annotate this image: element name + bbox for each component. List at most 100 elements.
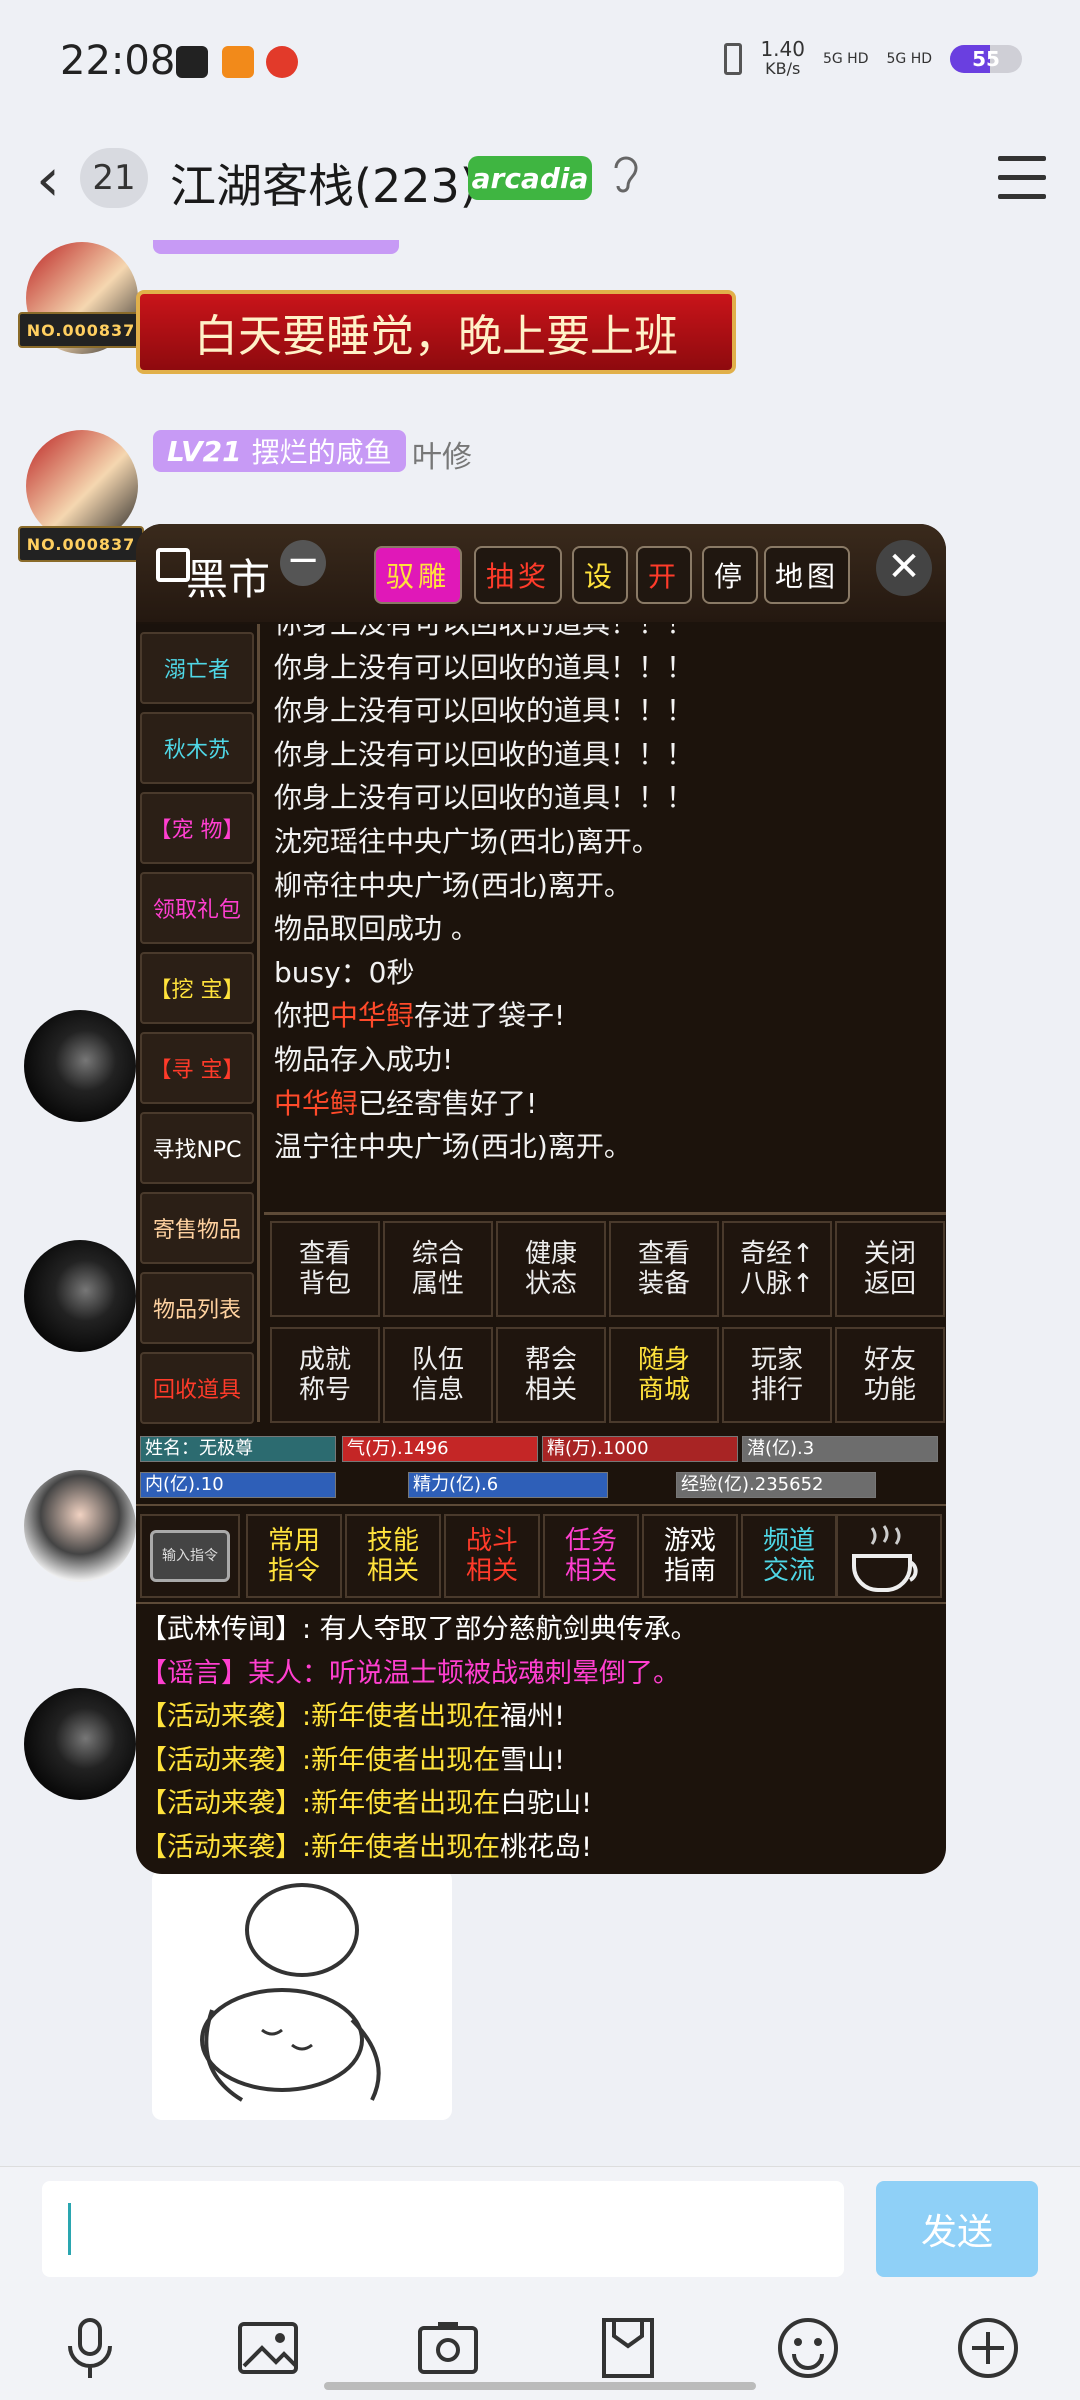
folder-icon[interactable] — [596, 2316, 660, 2380]
arcadia-tag: arcadia — [468, 156, 592, 200]
camera-icon[interactable] — [416, 2316, 480, 2380]
log-line: 物品取回成功 。 — [274, 912, 479, 946]
member-title-tag: LV21 摆烂的咸鱼 — [153, 430, 406, 472]
battery-icon: 55 — [950, 45, 1022, 73]
tea-cup-icon[interactable] — [836, 1514, 942, 1598]
news-feed: 【武林传闻】: 有人夺取了部分慈航剑典传承。 【谣言】某人：听说温士顿被战魂刺晕… — [136, 1608, 946, 1874]
bottom-menu-button[interactable]: 战斗 相关 — [444, 1514, 540, 1598]
title-tag-text: 摆烂的咸鱼 — [251, 436, 392, 469]
avatar[interactable] — [24, 1470, 136, 1582]
message-input[interactable] — [42, 2181, 844, 2277]
function-button[interactable]: 健康 状态 — [496, 1221, 606, 1317]
log-line: 沈宛瑶往中央广场(西北)离开。 — [274, 824, 660, 858]
game-app-icon — [266, 46, 298, 78]
minimize-button[interactable]: − — [280, 540, 326, 586]
function-button[interactable]: 奇经↑ 八脉↑ — [722, 1221, 832, 1317]
news-line: 【武林传闻】: 有人夺取了部分慈航剑典传承。 — [140, 1614, 698, 1645]
news-line: 【谣言】某人：听说温士顿被战魂刺晕倒了。 — [140, 1657, 680, 1689]
side-menu-item[interactable]: 物品列表 — [140, 1272, 254, 1344]
function-button[interactable]: 成就 称号 — [270, 1327, 380, 1423]
log-line: 你身上没有可以回收的道具！！！ — [274, 694, 695, 728]
function-button[interactable]: 查看 背包 — [270, 1221, 380, 1317]
avatar[interactable] — [24, 1010, 136, 1122]
function-button[interactable]: 综合 属性 — [383, 1221, 493, 1317]
sender-name: 叶修 — [412, 440, 472, 475]
game-titlebar: 黑市 − 驭雕 抽奖设开停地图 ✕ — [136, 524, 946, 622]
log-line: 物品存入成功! — [274, 1042, 454, 1076]
send-button[interactable]: 发送 — [876, 2181, 1038, 2277]
text-caret — [68, 2203, 71, 2255]
stat-qian: 潜(亿).3 — [742, 1436, 938, 1462]
top-button[interactable]: 设 — [572, 546, 628, 604]
home-indicator[interactable] — [324, 2382, 756, 2390]
news-line: 【活动来袭】:新年使者出现在白驼山! — [140, 1788, 592, 1820]
taobao-app-icon — [222, 46, 254, 78]
avatar[interactable] — [24, 1688, 136, 1800]
stat-name: 姓名：无极尊 — [140, 1436, 336, 1462]
signal-1: 5G HD — [822, 51, 869, 67]
side-menu-item[interactable]: 寻找NPC — [140, 1112, 254, 1184]
menu-icon[interactable] — [998, 156, 1046, 200]
news-line: 【活动来袭】:新年使者出现在雪山! — [140, 1744, 565, 1776]
stat-exp: 经验(亿).235652 — [676, 1472, 876, 1498]
chat-header: ‹ 21 江湖客栈(223) arcadia — [0, 130, 1080, 240]
sticker-image[interactable] — [152, 1870, 452, 2120]
status-bar: 22:08 1.40 KB/s 5G HD 5G HD 55 — [0, 0, 1080, 130]
back-icon[interactable]: ‹ — [36, 150, 60, 210]
log-line: 你身上没有可以回收的道具！！！ — [274, 624, 934, 646]
function-button[interactable]: 关闭 返回 — [835, 1221, 945, 1317]
side-menu-item[interactable]: 【寻 宝】 — [140, 1032, 254, 1104]
image-icon[interactable] — [236, 2316, 300, 2380]
bottom-menu-button[interactable]: 频道 交流 — [741, 1514, 837, 1598]
side-menu-item[interactable]: 溺亡者 — [140, 632, 254, 704]
item-name[interactable]: 中华鲟 — [330, 999, 414, 1032]
side-menu-item[interactable]: 【挖 宝】 — [140, 952, 254, 1024]
top-button[interactable]: 开 — [636, 546, 692, 604]
side-menu: 溺亡者秋木苏【宠 物】领取礼包【挖 宝】【寻 宝】寻找NPC 寄售物品物品列表回收… — [136, 624, 260, 1424]
game-window: 黑市 − 驭雕 抽奖设开停地图 ✕ 溺亡者秋木苏【宠 物】领取礼包【挖 宝】【寻 … — [136, 524, 946, 1874]
soul-app-icon — [176, 46, 208, 78]
item-name[interactable]: 中华鲟 — [274, 1087, 358, 1120]
level-badge: LV21 — [167, 434, 242, 468]
expand-icon[interactable] — [156, 548, 190, 582]
bottom-menu-button[interactable]: 任务 相关 — [543, 1514, 639, 1598]
function-button[interactable]: 玩家 排行 — [722, 1327, 832, 1423]
top-button[interactable]: 驭雕 — [374, 546, 462, 604]
side-menu-item[interactable]: 寄售物品 — [140, 1192, 254, 1264]
side-menu-item[interactable]: 回收道具 — [140, 1352, 254, 1424]
status-right: 1.40 KB/s 5G HD 5G HD 55 — [724, 39, 1022, 78]
function-button[interactable]: 查看 装备 — [609, 1221, 719, 1317]
bottom-menu-button[interactable]: 常用 指令 — [246, 1514, 342, 1598]
unread-badge[interactable]: 21 — [80, 148, 148, 208]
top-button[interactable]: 地图 — [764, 546, 850, 604]
stat-jingli: 精力(亿).6 — [408, 1472, 608, 1498]
stat-qi: 气(万).1496 — [342, 1436, 538, 1462]
function-grid: 查看 背包 综合 属性 健康 状态 查看 装备 奇经↑ 八脉↑ 关闭 返回成就 称号 队伍 … — [264, 1212, 946, 1423]
function-button[interactable]: 帮会 相关 — [496, 1327, 606, 1423]
avatar-nameplate: NO.000837 — [18, 526, 144, 562]
emoji-icon[interactable] — [776, 2316, 840, 2380]
stat-nei: 内(亿).10 — [140, 1472, 336, 1498]
close-button[interactable]: ✕ — [876, 540, 932, 596]
bottom-menu-button[interactable]: 游戏 指南 — [642, 1514, 738, 1598]
message-banner[interactable]: 白天要睡觉，晚上要上班 — [136, 290, 736, 374]
function-button[interactable]: 好友 功能 — [835, 1327, 945, 1423]
plus-icon[interactable] — [956, 2316, 1020, 2380]
top-button[interactable]: 抽奖 — [474, 546, 562, 604]
log-line: busy：0秒 — [274, 955, 415, 989]
top-button[interactable]: 停 — [702, 546, 758, 604]
bottom-menu-button[interactable]: 技能 相关 — [345, 1514, 441, 1598]
avatar[interactable] — [24, 1240, 136, 1352]
log-line: 你把中华鲟存进了袋子! — [274, 999, 566, 1033]
function-button[interactable]: 随身 商城 — [609, 1327, 719, 1423]
side-menu-item[interactable]: 领取礼包 — [140, 872, 254, 944]
news-line: 【活动来袭】:新年使者出现在桃花岛! — [140, 1831, 592, 1863]
log-line: 柳帝往中央广场(西北)离开。 — [274, 868, 632, 902]
ear-icon[interactable] — [610, 152, 642, 206]
log-line: 你身上没有可以回收的道具！！！ — [274, 737, 695, 771]
command-input-button[interactable]: 输入指令 — [140, 1514, 240, 1598]
side-menu-item[interactable]: 秋木苏 — [140, 712, 254, 784]
side-menu-item[interactable]: 【宠 物】 — [140, 792, 254, 864]
function-button[interactable]: 队伍 信息 — [383, 1327, 493, 1423]
microphone-icon[interactable] — [58, 2316, 122, 2380]
